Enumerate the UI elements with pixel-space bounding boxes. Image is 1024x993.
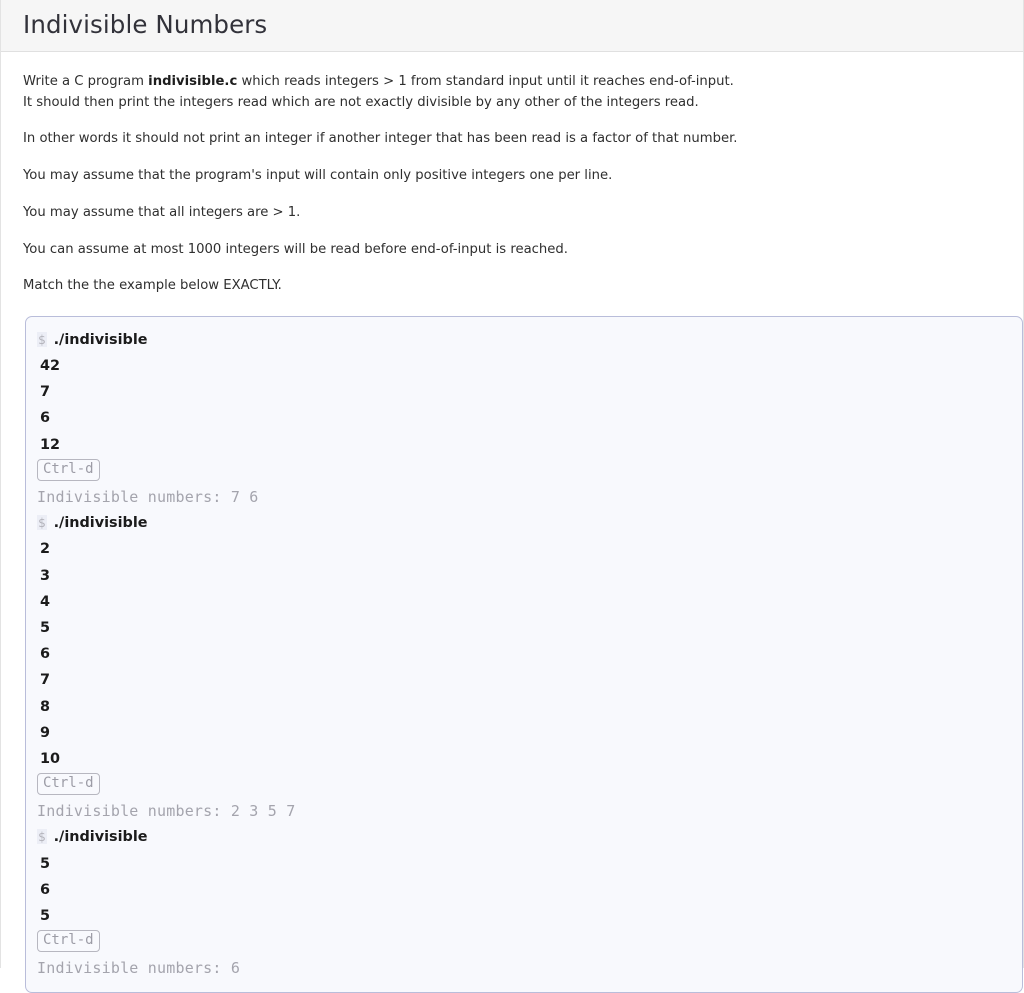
page-header: Indivisible Numbers bbox=[1, 0, 1023, 52]
terminal-stdin-line: 6 bbox=[37, 641, 1022, 667]
terminal-command-line: $ ./indivisible bbox=[37, 824, 1022, 850]
paragraph-assume-positive: You may assume that the program's input … bbox=[23, 150, 1001, 187]
paragraph-other-words: In other words it should not print an in… bbox=[23, 113, 1001, 150]
terminal-stdout-line: Indivisible numbers: 6 bbox=[37, 955, 1022, 981]
terminal-stdin-line: 5 bbox=[37, 615, 1022, 641]
paragraph-line-cont: which reads integers > 1 from standard i… bbox=[237, 74, 734, 89]
filename-bold: indivisible.c bbox=[148, 74, 238, 89]
paragraph-line: Match the the example below EXACTLY. bbox=[23, 278, 282, 294]
terminal-stdin-value: 3 bbox=[40, 567, 51, 584]
terminal-command-text: ./indivisible bbox=[53, 515, 148, 532]
paragraph-assume-gt-one: You may assume that all integers are > 1… bbox=[23, 187, 1001, 224]
terminal-stdin-value: 6 bbox=[40, 881, 51, 898]
terminal-stdin-line: 3 bbox=[37, 563, 1022, 589]
terminal-stdin-value: 4 bbox=[40, 593, 51, 610]
terminal-stdin-line: 5 bbox=[37, 903, 1022, 929]
terminal-stdin-line: 9 bbox=[37, 720, 1022, 746]
terminal-stdin-line: 7 bbox=[37, 379, 1022, 405]
terminal-stdin-line: 42 bbox=[37, 353, 1022, 379]
terminal-eof-line: Ctrl-d bbox=[37, 929, 1022, 955]
paragraph-line: Write a C program bbox=[23, 74, 149, 89]
terminal-stdout-line: Indivisible numbers: 7 6 bbox=[37, 484, 1022, 510]
terminal-stdin-value: 12 bbox=[40, 436, 61, 453]
eof-key-badge: Ctrl-d bbox=[37, 458, 100, 481]
terminal-stdin-value: 10 bbox=[40, 750, 61, 767]
terminal-stdin-value: 2 bbox=[40, 541, 51, 558]
shell-prompt-symbol: $ bbox=[37, 331, 47, 347]
eof-key-badge: Ctrl-d bbox=[37, 773, 100, 796]
terminal-stdin-line: 10 bbox=[37, 746, 1022, 772]
terminal-stdin-line: 12 bbox=[37, 432, 1022, 458]
terminal-stdin-line: 6 bbox=[37, 877, 1022, 903]
terminal-command-line: $ ./indivisible bbox=[37, 510, 1022, 536]
terminal-stdout-text: Indivisible numbers: 7 6 bbox=[37, 488, 259, 507]
terminal-stdin-line: 8 bbox=[37, 694, 1022, 720]
terminal-stdin-value: 5 bbox=[40, 619, 51, 636]
terminal-stdin-value: 7 bbox=[40, 672, 51, 689]
terminal-stdin-line: 7 bbox=[37, 667, 1022, 693]
terminal-stdout-text: Indivisible numbers: 2 3 5 7 bbox=[37, 802, 296, 821]
terminal-stdin-line: 4 bbox=[37, 589, 1022, 615]
terminal-eof-line: Ctrl-d bbox=[37, 458, 1022, 484]
terminal-stdin-value: 9 bbox=[40, 724, 51, 741]
terminal-stdout-text: Indivisible numbers: 6 bbox=[37, 959, 241, 978]
shell-prompt-symbol: $ bbox=[37, 829, 47, 845]
terminal-stdin-line: 2 bbox=[37, 536, 1022, 562]
paragraph-line: In other words it should not print an in… bbox=[23, 131, 738, 147]
terminal-example-block: $ ./indivisible 42 7 6 12 Ctrl-d Indivisible nu… bbox=[25, 315, 1023, 993]
paragraph-match-exactly: Match the the example below EXACTLY. bbox=[23, 260, 1001, 297]
page-title: Indivisible Numbers bbox=[23, 10, 268, 40]
paragraph-line: It should then print the integers read w… bbox=[23, 94, 699, 110]
eof-key-badge: Ctrl-d bbox=[37, 930, 100, 953]
terminal-stdin-line: 5 bbox=[37, 851, 1022, 877]
paragraph-intro: Write a C program indivisible.c which re… bbox=[23, 52, 1001, 113]
terminal-command-line: $ ./indivisible bbox=[37, 327, 1022, 353]
terminal-command-text: ./indivisible bbox=[53, 829, 148, 846]
terminal-command-text: ./indivisible bbox=[53, 331, 148, 348]
paragraph-line: You can assume at most 1000 integers wil… bbox=[23, 241, 568, 257]
terminal-eof-line: Ctrl-d bbox=[37, 772, 1022, 798]
terminal-stdout-line: Indivisible numbers: 2 3 5 7 bbox=[37, 798, 1022, 824]
terminal-stdin-line: 6 bbox=[37, 405, 1022, 431]
terminal-stdin-value: 6 bbox=[40, 646, 51, 663]
terminal-stdin-value: 42 bbox=[40, 358, 61, 375]
page-container: Indivisible Numbers Write a C program in… bbox=[0, 0, 1024, 993]
description-section: Write a C program indivisible.c which re… bbox=[1, 52, 1023, 993]
terminal-stdin-value: 5 bbox=[40, 855, 51, 872]
terminal-stdin-value: 5 bbox=[40, 908, 51, 925]
paragraph-line: You may assume that the program's input … bbox=[23, 168, 613, 184]
shell-prompt-symbol: $ bbox=[37, 515, 47, 531]
terminal-stdin-value: 7 bbox=[40, 384, 51, 401]
terminal-stdin-value: 8 bbox=[40, 698, 51, 715]
paragraph-line: You may assume that all integers are > 1… bbox=[23, 204, 301, 220]
paragraph-assume-max: You can assume at most 1000 integers wil… bbox=[23, 224, 1001, 261]
terminal-stdin-value: 6 bbox=[40, 410, 51, 427]
